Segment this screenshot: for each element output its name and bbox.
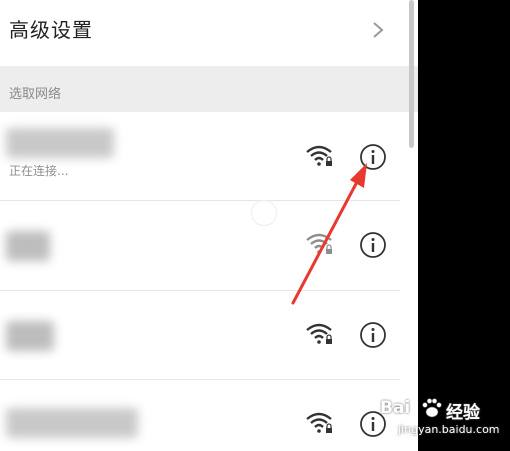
info-icon[interactable] bbox=[359, 231, 387, 259]
baidu-watermark: Bai 经验 jingyan.baidu.com bbox=[380, 396, 506, 442]
network-item[interactable] bbox=[0, 380, 418, 451]
wifi-settings-screen: 高级设置 选取网络 正在连接... bbox=[0, 0, 418, 451]
scrollbar[interactable] bbox=[409, 0, 414, 148]
wifi-locked-icon bbox=[306, 323, 332, 344]
network-name-obscured bbox=[6, 128, 114, 158]
loading-spinner bbox=[251, 200, 277, 226]
paw-icon bbox=[422, 398, 442, 418]
network-name-obscured bbox=[6, 231, 50, 261]
section-header-label: 选取网络 bbox=[9, 87, 62, 102]
watermark-logo: Bai bbox=[380, 398, 411, 418]
info-icon[interactable] bbox=[359, 321, 387, 349]
watermark-brand: 经验 bbox=[446, 403, 480, 423]
network-item[interactable]: 正在连接... bbox=[0, 112, 418, 200]
advanced-settings-row[interactable]: 高级设置 bbox=[0, 0, 418, 66]
watermark-url: jingyan.baidu.com bbox=[398, 423, 500, 436]
network-status: 正在连接... bbox=[9, 164, 69, 178]
advanced-settings-label: 高级设置 bbox=[9, 18, 93, 42]
wifi-locked-icon bbox=[306, 233, 332, 254]
network-name-obscured bbox=[6, 408, 138, 438]
section-header: 选取网络 bbox=[0, 66, 418, 112]
info-icon[interactable] bbox=[359, 143, 387, 171]
network-item[interactable] bbox=[0, 201, 418, 290]
network-name-obscured bbox=[6, 321, 54, 351]
chevron-right-icon bbox=[373, 22, 384, 38]
network-item[interactable] bbox=[0, 291, 418, 379]
wifi-locked-icon bbox=[306, 145, 332, 166]
wifi-locked-icon bbox=[306, 412, 332, 433]
